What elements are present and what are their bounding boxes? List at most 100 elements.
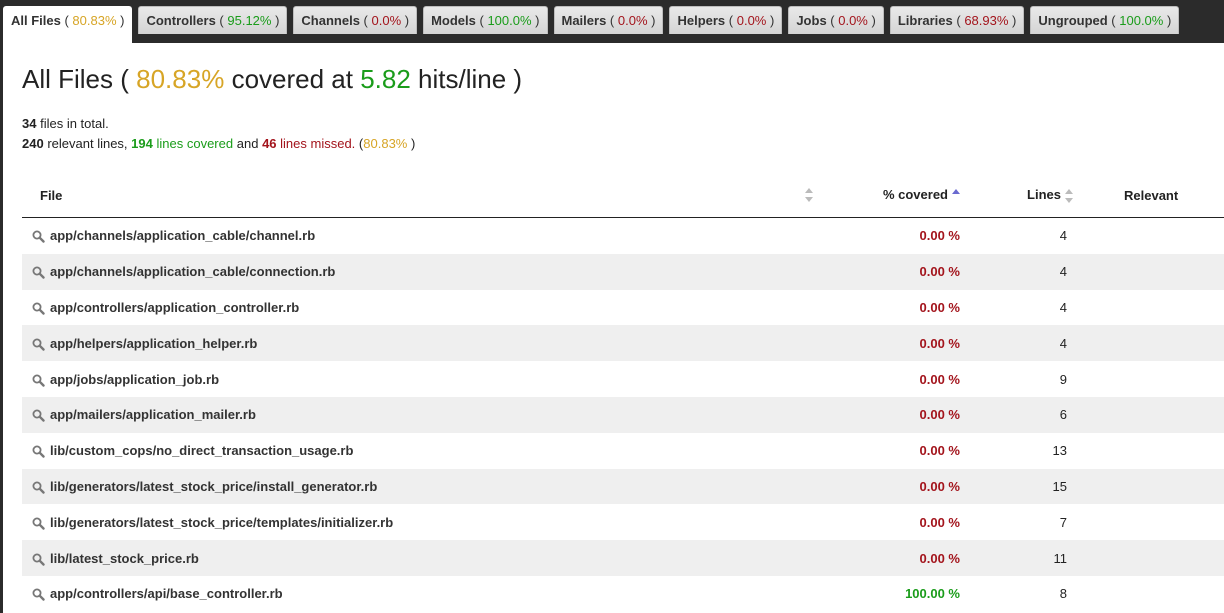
magnifier-icon[interactable] — [32, 445, 45, 458]
tab-libraries[interactable]: Libraries ( 68.93% ) — [889, 6, 1025, 34]
file-link[interactable]: app/channels/application_cable/channel.r… — [50, 228, 315, 243]
covered-cell: 0.00 % — [813, 396, 960, 433]
tab-label: Ungrouped — [1038, 13, 1108, 28]
file-cell: lib/latest_stock_price.rb — [22, 540, 813, 576]
lines-cell: 9 — [1059, 371, 1067, 387]
covered-text: lines covered — [156, 136, 234, 151]
tab-pct-wrapper: ( 68.93% ) — [952, 13, 1017, 28]
file-list-table: File % covered Lines Relevant app/channe… — [22, 173, 1224, 612]
summary-pct: 80.83% — [363, 136, 408, 151]
file-link[interactable]: lib/generators/latest_stock_price/templa… — [50, 515, 393, 530]
tab-pct: 0.0% — [371, 13, 402, 28]
covered-cell: 0.00 % — [919, 371, 960, 387]
lines-cell: 11 — [960, 540, 1073, 576]
table-row: app/jobs/application_job.rb 0.00 % 9 — [22, 361, 1224, 397]
tab-ungrouped[interactable]: Ungrouped ( 100.0% ) — [1030, 6, 1180, 34]
magnifier-icon[interactable] — [32, 302, 45, 315]
lines-cell: 4 — [1059, 228, 1067, 244]
column-header-lines[interactable]: Lines — [960, 173, 1073, 218]
lines-cell: 6 — [960, 396, 1073, 433]
tab-pct: 0.0% — [838, 13, 868, 28]
covered-cell: 0.00 % — [919, 299, 960, 315]
tab-label: Libraries — [897, 13, 953, 28]
file-cell: app/channels/application_cable/connectio… — [22, 253, 813, 290]
magnifier-icon[interactable] — [32, 481, 45, 494]
lines-cell: 8 — [1059, 586, 1067, 602]
covered-count: 194 — [131, 136, 153, 151]
tab-pct-wrapper: ( 100.0% ) — [475, 13, 540, 28]
tab-label: Models — [431, 13, 476, 28]
files-total-line: 34 files in total. — [22, 114, 415, 134]
covered-cell: 100.00 % — [905, 586, 960, 602]
covered-cell: 0.00 % — [813, 253, 960, 290]
tab-pct: 100.0% — [487, 13, 532, 28]
relevant-cell — [1073, 218, 1224, 254]
file-cell: app/jobs/application_job.rb — [22, 361, 813, 397]
tab-pct-wrapper: ( 80.83% ) — [60, 13, 125, 28]
lines-cell: 4 — [1059, 299, 1067, 315]
tab-helpers[interactable]: Helpers ( 0.0% ) — [669, 6, 783, 34]
table-row: app/controllers/api/base_controller.rb 10… — [22, 576, 1224, 612]
relevant-cell — [1073, 433, 1224, 469]
tab-controllers[interactable]: Controllers ( 95.12% ) — [138, 6, 288, 34]
tab-label: All Files — [11, 13, 61, 28]
table-row: app/mailers/application_mailer.rb 0.00 % 6 — [22, 396, 1224, 433]
file-link[interactable]: app/channels/application_cable/connectio… — [50, 264, 335, 279]
tab-all-files[interactable]: All Files ( 80.83% ) — [3, 6, 133, 43]
covered-cell: 0.00 % — [919, 228, 960, 244]
magnifier-icon[interactable] — [32, 374, 45, 387]
file-cell: app/mailers/application_mailer.rb — [22, 396, 813, 433]
covered-cell: 0.00 % — [919, 443, 960, 459]
column-covered-label: % covered — [882, 187, 948, 203]
magnifier-icon[interactable] — [32, 230, 45, 244]
tab-jobs[interactable]: Jobs ( 0.0% ) — [788, 6, 884, 34]
file-cell: lib/generators/latest_stock_price/instal… — [22, 468, 813, 505]
magnifier-icon[interactable] — [32, 553, 45, 566]
coverage-summary: 34 files in total. 240 relevant lines, 1… — [22, 114, 415, 154]
file-link[interactable]: app/jobs/application_job.rb — [50, 372, 219, 387]
table-row: app/helpers/application_helper.rb 0.00 % 4 — [22, 325, 1224, 362]
relevant-cell — [1073, 290, 1224, 326]
column-file-label: File — [40, 187, 63, 203]
tab-mailers[interactable]: Mailers ( 0.0% ) — [553, 6, 664, 34]
relevant-count: 240 — [22, 136, 44, 151]
tab-pct: 95.12% — [227, 13, 272, 28]
file-link[interactable]: app/mailers/application_mailer.rb — [50, 407, 256, 422]
magnifier-icon[interactable] — [32, 409, 45, 423]
group-tabs: All Files ( 80.83% ) Controllers ( 95.12%… — [0, 0, 1224, 43]
magnifier-icon[interactable] — [32, 588, 45, 602]
file-cell: lib/custom_cops/no_direct_transaction_us… — [22, 433, 813, 469]
magnifier-icon[interactable] — [32, 338, 45, 351]
column-lines-label: Lines — [1027, 187, 1061, 203]
covered-cell: 0.00 % — [813, 325, 960, 362]
table-row: lib/generators/latest_stock_price/templa… — [22, 504, 1224, 540]
file-link[interactable]: lib/custom_cops/no_direct_transaction_us… — [50, 443, 353, 458]
magnifier-icon[interactable] — [32, 517, 45, 530]
magnifier-icon[interactable] — [32, 266, 45, 279]
file-link[interactable]: app/controllers/application_controller.r… — [50, 300, 299, 315]
relevant-cell — [1073, 576, 1224, 612]
column-header-covered[interactable]: % covered — [813, 173, 960, 218]
column-header-relevant[interactable]: Relevant — [1073, 173, 1224, 218]
lines-cell: 13 — [1052, 443, 1067, 459]
relevant-cell — [1073, 361, 1224, 397]
file-link[interactable]: lib/generators/latest_stock_price/instal… — [50, 479, 377, 494]
tab-pct-wrapper: ( 0.0% ) — [826, 13, 876, 28]
tab-models[interactable]: Models ( 100.0% ) — [423, 6, 548, 34]
tab-pct: 0.0% — [736, 13, 767, 28]
sort-arrows-icon — [805, 188, 813, 202]
page-title: All Files ( 80.83% covered at 5.82 hits/… — [22, 64, 522, 95]
tab-label: Jobs — [796, 13, 827, 28]
file-link[interactable]: lib/latest_stock_price.rb — [50, 551, 199, 566]
relevant-cell — [1073, 253, 1224, 290]
missed-text: lines missed. — [280, 136, 356, 151]
tab-channels[interactable]: Channels ( 0.0% ) — [293, 6, 418, 34]
lines-summary-line: 240 relevant lines, 194 lines covered an… — [22, 134, 415, 154]
file-link[interactable]: app/helpers/application_helper.rb — [50, 336, 257, 351]
sort-ascending-icon — [952, 188, 960, 203]
tab-pct: 68.93% — [964, 13, 1009, 28]
column-header-file[interactable]: File — [22, 173, 813, 218]
tab-pct: 0.0% — [617, 13, 648, 28]
lines-cell: 4 — [960, 253, 1073, 290]
file-link[interactable]: app/controllers/api/base_controller.rb — [50, 586, 283, 601]
